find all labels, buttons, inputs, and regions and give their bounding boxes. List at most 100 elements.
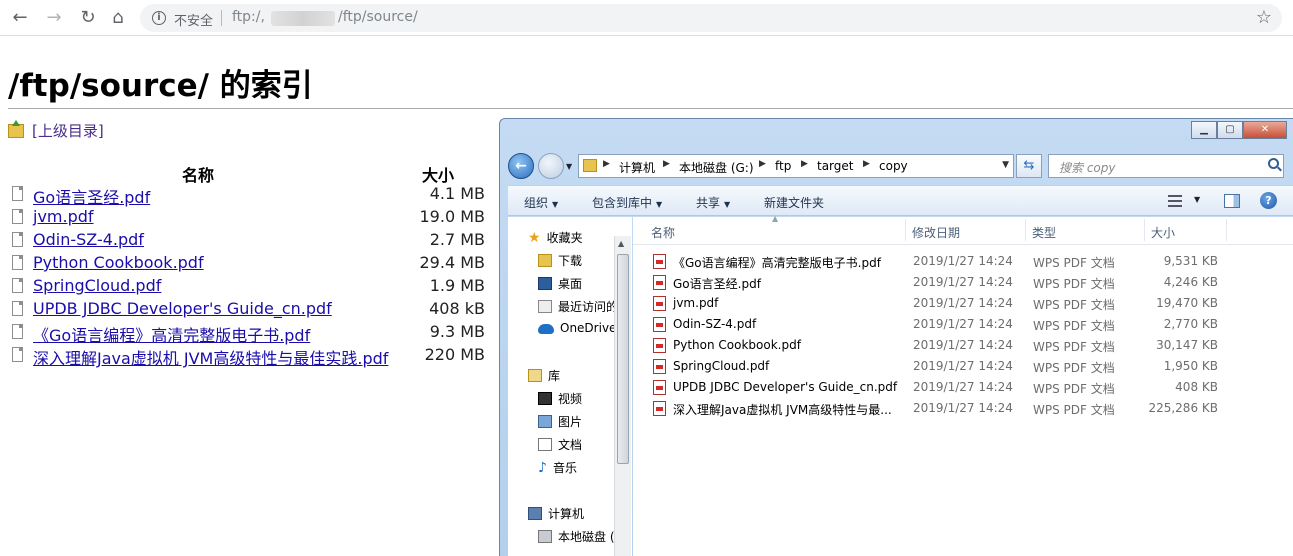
column-divider[interactable] (1025, 219, 1026, 241)
table-row[interactable]: Python Cookbook.pdf 2019/1/27 14:24 WPS PD… (633, 335, 1293, 356)
chevron-right-icon[interactable]: ▶ (603, 159, 610, 169)
pictures-icon (538, 415, 552, 428)
nav-favorites[interactable]: ★ 收藏夹 (528, 229, 583, 246)
table-row[interactable]: UPDB JDBC Developer's Guide_cn.pdf 2019/1… (633, 377, 1293, 398)
search-placeholder[interactable]: 搜索 copy (1059, 159, 1115, 176)
search-box[interactable]: 搜索 copy (1048, 154, 1284, 178)
nav-local-disk[interactable]: 本地磁盘 ( (538, 528, 615, 545)
nav-scrollbar[interactable]: ▲ (614, 236, 631, 556)
back-button[interactable]: ← (508, 153, 534, 179)
new-folder-button[interactable]: 新建文件夹 (764, 194, 824, 211)
file-name[interactable]: Go语言圣经.pdf (673, 275, 761, 292)
parent-directory: [上级目录] (8, 120, 104, 141)
refresh-button[interactable]: ⇆ (1016, 154, 1042, 178)
column-header-name[interactable]: 名称 (182, 162, 214, 186)
history-dropdown-icon[interactable]: ▼ (566, 162, 572, 171)
nav-libraries[interactable]: 库 (528, 367, 560, 384)
file-link[interactable]: Go语言圣经.pdf (33, 184, 150, 208)
view-dropdown-icon[interactable]: ▼ (1194, 195, 1200, 204)
file-name[interactable]: SpringCloud.pdf (673, 359, 769, 373)
nav-downloads[interactable]: 下载 (538, 252, 582, 269)
breadcrumb-computer[interactable]: 计算机 (619, 159, 655, 176)
nav-documents[interactable]: 文档 (538, 436, 582, 453)
view-options-icon[interactable] (1168, 195, 1182, 207)
include-library-menu[interactable]: 包含到库中 ▼ (592, 194, 662, 211)
file-link[interactable]: 《Go语言编程》高清完整版电子书.pdf (33, 322, 310, 346)
nav-music[interactable]: ♪ 音乐 (538, 459, 577, 476)
file-size: 4,246 KB (1163, 275, 1218, 289)
explorer-address-bar[interactable]: ▶ 计算机 ▶ 本地磁盘 (G:) ▶ ftp ▶ target ▶ copy … (578, 154, 1014, 178)
pdf-file-icon (653, 338, 666, 353)
column-header-size[interactable]: 大小 (422, 162, 454, 186)
column-divider[interactable] (1144, 219, 1145, 241)
file-name[interactable]: Python Cookbook.pdf (673, 338, 801, 352)
file-link[interactable]: Python Cookbook.pdf (33, 253, 204, 272)
table-row[interactable]: jvm.pdf 2019/1/27 14:24 WPS PDF 文档 19,470 K… (633, 293, 1293, 314)
security-label[interactable]: 不安全 (174, 10, 213, 29)
file-name[interactable]: 《Go语言编程》高清完整版电子书.pdf (673, 254, 881, 271)
chevron-right-icon[interactable]: ▶ (663, 159, 670, 169)
column-header-name[interactable]: 名称 (651, 224, 675, 241)
computer-icon (528, 507, 542, 520)
file-link[interactable]: 深入理解Java虚拟机 JVM高级特性与最佳实践.pdf (33, 345, 388, 369)
file-link[interactable]: UPDB JDBC Developer's Guide_cn.pdf (33, 299, 332, 318)
forward-button[interactable] (538, 153, 564, 179)
file-date: 2019/1/27 14:24 (913, 317, 1013, 331)
nav-videos[interactable]: 视频 (538, 390, 582, 407)
nav-recent[interactable]: 最近访问的 (538, 298, 618, 315)
file-name[interactable]: UPDB JDBC Developer's Guide_cn.pdf (673, 380, 897, 394)
bookmark-star-icon[interactable]: ☆ (1256, 7, 1272, 28)
forward-icon[interactable]: → (42, 6, 66, 30)
minimize-button[interactable]: ▁ (1191, 121, 1217, 139)
table-row[interactable]: SpringCloud.pdf 2019/1/27 14:24 WPS PDF 文档… (633, 356, 1293, 377)
reload-icon[interactable]: ↻ (76, 6, 100, 30)
scrollbar-thumb[interactable] (617, 254, 629, 464)
organize-menu[interactable]: 组织 ▼ (524, 194, 558, 211)
file-link[interactable]: Odin-SZ-4.pdf (33, 230, 144, 249)
help-icon[interactable]: ? (1260, 192, 1277, 209)
file-size: 19.0 MB (419, 207, 486, 226)
breadcrumb-ftp[interactable]: ftp (775, 159, 791, 173)
scroll-up-icon[interactable]: ▲ (618, 239, 624, 248)
file-link[interactable]: jvm.pdf (33, 207, 94, 226)
file-link[interactable]: SpringCloud.pdf (33, 276, 161, 295)
chevron-right-icon[interactable]: ▶ (801, 159, 808, 169)
file-name[interactable]: jvm.pdf (673, 296, 718, 310)
table-row[interactable]: 深入理解Java虚拟机 JVM高级特性与最... 2019/1/27 14:24 W… (633, 398, 1293, 419)
nav-onedrive[interactable]: OneDrive (538, 321, 616, 335)
address-dropdown-icon[interactable]: ▼ (1002, 160, 1009, 170)
maximize-button[interactable]: ▢ (1217, 121, 1243, 139)
file-name[interactable]: Odin-SZ-4.pdf (673, 317, 756, 331)
preview-pane-icon[interactable] (1224, 194, 1240, 208)
column-divider[interactable] (1226, 219, 1227, 241)
parent-directory-link[interactable]: [上级目录] (32, 122, 104, 140)
breadcrumb-copy[interactable]: copy (879, 159, 908, 173)
url-prefix[interactable]: ftp:/, (232, 9, 265, 25)
table-row[interactable]: 《Go语言编程》高清完整版电子书.pdf 2019/1/27 14:24 WPS P… (633, 251, 1293, 272)
address-bar[interactable]: i 不安全 ftp:/, /ftp/source/ ☆ (140, 4, 1282, 32)
info-icon[interactable]: i (152, 11, 166, 25)
chevron-right-icon[interactable]: ▶ (863, 159, 870, 169)
sort-ascending-icon: ▲ (772, 214, 779, 223)
close-button[interactable]: ✕ (1243, 121, 1287, 139)
column-header-size[interactable]: 大小 (1151, 224, 1175, 241)
column-header-type[interactable]: 类型 (1032, 224, 1056, 241)
nav-desktop[interactable]: 桌面 (538, 275, 582, 292)
url-path[interactable]: /ftp/source/ (338, 9, 418, 25)
file-name[interactable]: 深入理解Java虚拟机 JVM高级特性与最... (673, 401, 892, 418)
back-icon[interactable]: ← (8, 6, 32, 30)
nav-pictures[interactable]: 图片 (538, 413, 582, 430)
file-date: 2019/1/27 14:24 (913, 275, 1013, 289)
column-divider[interactable] (905, 219, 906, 241)
table-row[interactable]: Go语言圣经.pdf 2019/1/27 14:24 WPS PDF 文档 4,246… (633, 272, 1293, 293)
search-icon[interactable] (1268, 158, 1279, 169)
table-row[interactable]: Odin-SZ-4.pdf 2019/1/27 14:24 WPS PDF 文档 2,… (633, 314, 1293, 335)
home-icon[interactable]: ⌂ (106, 6, 130, 30)
share-menu[interactable]: 共享 ▼ (696, 194, 730, 211)
nav-computer[interactable]: 计算机 (528, 505, 584, 522)
file-size: 2.7 MB (429, 230, 485, 249)
chevron-right-icon[interactable]: ▶ (759, 159, 766, 169)
column-header-date[interactable]: 修改日期 (912, 224, 960, 241)
breadcrumb-target[interactable]: target (817, 159, 854, 173)
breadcrumb-local-disk[interactable]: 本地磁盘 (G:) (679, 159, 754, 176)
